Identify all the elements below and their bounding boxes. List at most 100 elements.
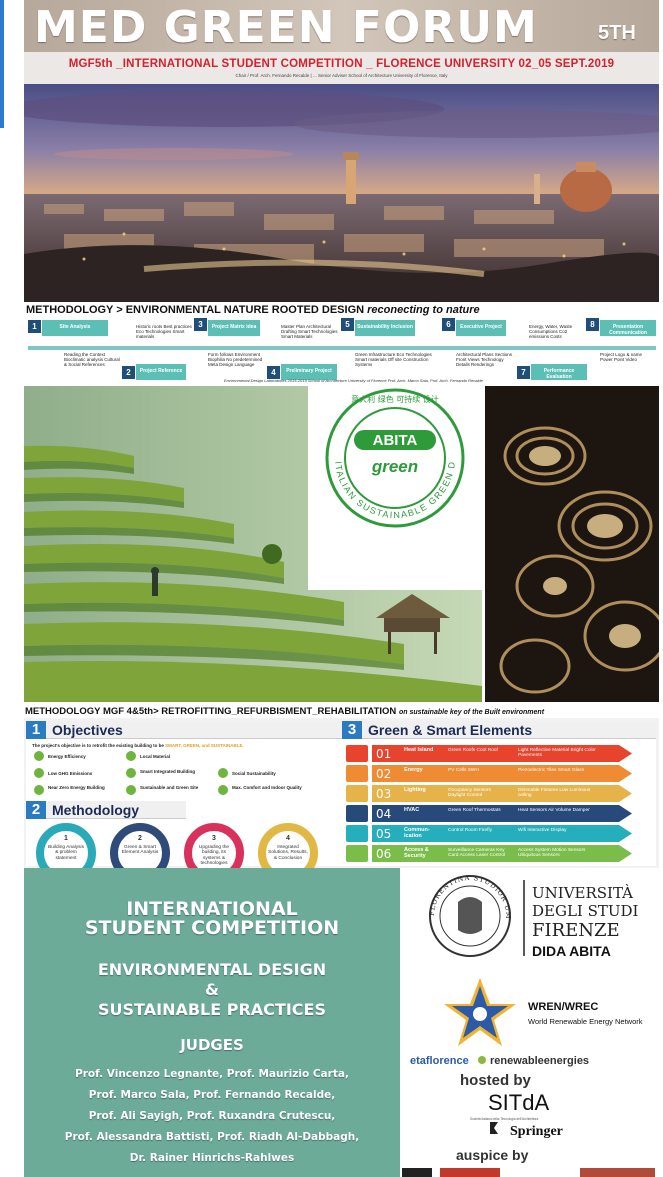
step-number: 7: [517, 366, 530, 379]
green-elements-panel: 3 Green & Smart Elements 01 Heat Island Gr…: [342, 721, 656, 866]
step-sustainability: Sustainability Inclusion: [355, 320, 415, 336]
step-note: Master Plan Architectural Drafting Smart…: [281, 324, 338, 340]
element-label: Lighting: [404, 787, 426, 793]
element-label: Commun-ication: [404, 827, 430, 839]
left-accent-bar: [0, 0, 4, 128]
wren-subtitle: World Renewable Energy Network: [528, 1017, 643, 1026]
unifi-line2: DEGLI STUDI: [532, 902, 639, 920]
step-number: 2: [122, 366, 135, 379]
leaf-icon: [34, 751, 44, 761]
element-detail: PV Cells SWH: [448, 768, 479, 773]
competition-panel: INTERNATIONAL STUDENT COMPETITION ENVIRON…: [24, 868, 400, 1177]
comfort-icon: [218, 785, 228, 795]
objective-item: Max. Comfort and Indoor Quality: [232, 785, 302, 790]
element-detail: Control Room Firefly: [448, 828, 492, 833]
eta-renewable: renewableenergies: [490, 1055, 589, 1067]
chair-line: Chair / Prof. Arch. Fernando Recalde | .…: [235, 73, 448, 78]
step-site-analysis: Site Analysis: [42, 320, 108, 336]
element-label: Energy: [404, 767, 423, 773]
objectives-panel: 1 Objectives The project's objective is …: [26, 721, 342, 883]
element-detail: Heat Sensors Air Volume Damper: [518, 808, 590, 813]
sitda-logo-text: SITdA: [488, 1090, 549, 1115]
objective-item: Smart Integrated Building: [140, 769, 196, 774]
objective-item: Sustainable and Green Site: [140, 785, 199, 790]
eta-florence: etaflorence: [410, 1055, 469, 1067]
step-note: Architectural Plans Sections Front Views…: [456, 352, 513, 368]
green-elements-title: Green & Smart Elements: [368, 722, 533, 738]
abita-green-logo: ITALIAN SUSTAINABLE GREEN DESIGN 意大利 绿色 …: [304, 378, 482, 590]
step-number: 8: [586, 318, 599, 331]
wren-star-logo: [444, 978, 516, 1046]
cloud-icon: [34, 768, 44, 778]
competition-banner: MGF5th _INTERNATIONAL STUDENT COMPETITIO…: [24, 52, 659, 84]
methodology-section: METHODOLOGY > ENVIRONMENTAL NATURE ROOTE…: [24, 302, 659, 386]
methodology-footer: Environmental Design Laboratories 2015-2…: [224, 378, 483, 383]
element-icon: [346, 805, 368, 822]
auspice-by-label: auspice by: [456, 1147, 529, 1163]
springer-logo-text: Springer: [510, 1124, 563, 1139]
unifi-line1: UNIVERSITÀ: [532, 884, 633, 902]
methodology2-title: Methodology: [52, 802, 140, 818]
objective-item: Local Material: [140, 754, 171, 759]
retrofit-infographic: 1 Objectives The project's objective is …: [24, 718, 659, 883]
step-note: Reading the Context Bioclimatic analysis…: [64, 352, 120, 368]
bricks-icon: [126, 751, 136, 761]
step-number: 5: [341, 318, 354, 331]
element-icon: [346, 845, 368, 862]
forum-edition: 5TH: [598, 22, 636, 44]
building-icon: [126, 768, 136, 778]
image-collage: ITALIAN SUSTAINABLE GREEN DESIGN 意大利 绿色 …: [24, 378, 659, 702]
element-number: 03: [376, 787, 392, 801]
green-element-row: 03 Lighting Occupancy Sensors Daylight Con…: [346, 785, 632, 802]
green-element-row: 04 HVAC Green Roof Thermostats Heat Sensors…: [346, 805, 632, 822]
tree-icon: [126, 785, 136, 795]
element-detail: Light Reflective Material Bright Color P…: [518, 748, 596, 759]
step-number: 6: [442, 318, 455, 331]
element-detail: Green Roof Thermostats: [448, 808, 501, 813]
step-number: 3: [194, 318, 207, 331]
objective-item: Social Sustainability: [232, 771, 276, 776]
element-detail: Occupancy Sensors Daylight Control: [448, 788, 491, 799]
competition-heading: INTERNATIONAL STUDENT COMPETITION: [84, 898, 340, 939]
element-icon: [346, 785, 368, 802]
judges-title: JUDGES: [180, 1036, 244, 1054]
step-note: Green Infrastructure Eco Technologies Sm…: [355, 352, 432, 368]
competition-theme: ENVIRONMENTAL DESIGN & SUSTAINABLE PRACTIC…: [97, 960, 327, 1019]
people-icon: [218, 768, 228, 778]
forum-title: MED GREEN FORUM: [34, 2, 538, 52]
methodology2-header: 2 Methodology: [26, 801, 186, 819]
green-element-row: 05 Commun-ication Control Room Firefly Wifi…: [346, 825, 632, 842]
green-elements-header: 3 Green & Smart Elements: [342, 721, 656, 739]
step-note: Energy, Water, Waste Consumptions Co2 em…: [529, 324, 573, 340]
abita-logo-word: ABITA: [373, 432, 418, 449]
step-number: 1: [28, 320, 41, 333]
element-detail: Access System Motion Sensors Ubiquitous …: [518, 848, 586, 859]
element-detail: Green Roofs Cool Roof: [448, 748, 498, 753]
sponsors-panel: FLORENTINA STUDIOR UM UNIVERSITAS UNIVER…: [396, 862, 659, 1177]
element-label: HVAC: [404, 807, 420, 813]
green-element-row: 01 Heat Island Green Roofs Cool Roof Light …: [346, 745, 632, 762]
abita-green-word: green: [371, 457, 418, 476]
tubular-architecture-render: [485, 386, 659, 702]
element-detail: Piezoelectric Tiles Smart Glass: [518, 768, 585, 773]
step-note: Project Logo & name Power Point Video: [600, 352, 643, 363]
step-note: Form follows Environment Biophilia No pr…: [208, 352, 263, 368]
step-note: Historic roots Best practices Eco Techno…: [136, 324, 192, 340]
element-icon: [346, 745, 368, 762]
process-track: [28, 346, 656, 350]
green-element-row: 06 Access & Security Surveillance Cameras …: [346, 845, 632, 862]
step-executive-project: Executive Project: [456, 320, 506, 336]
step-presentation: Presentation Communication: [600, 320, 656, 336]
objective-item: Low GHG Emissions: [48, 771, 93, 776]
element-number: 05: [376, 827, 392, 841]
objective-item: Near Zero Energy Building: [48, 785, 105, 790]
objectives-header: 1 Objectives: [26, 721, 342, 739]
element-number: 01: [376, 747, 392, 761]
hosted-by-label: hosted by: [460, 1072, 531, 1089]
step-project-matrix: Project Matrix idea: [208, 320, 260, 336]
competition-title: MGF5th _INTERNATIONAL STUDENT COMPETITIO…: [68, 58, 615, 70]
methodology-heading: METHODOLOGY > ENVIRONMENTAL NATURE ROOTE…: [26, 304, 480, 316]
unifi-line3: FIRENZE: [532, 920, 620, 941]
element-icon: [346, 765, 368, 782]
element-detail: Wifi Interactive Display: [518, 828, 567, 833]
